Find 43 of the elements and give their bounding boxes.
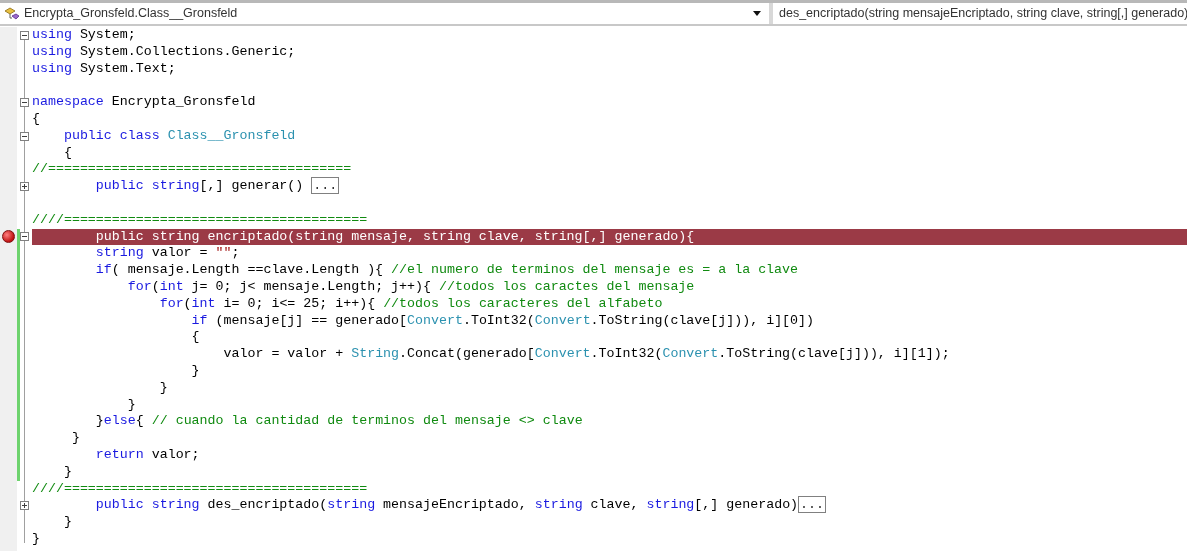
- code-line: }: [62, 514, 72, 531]
- code-line: if (mensaje[j] == generado[Convert.ToInt32(Convert.ToString(clave[j])), i][0]): [190, 312, 815, 330]
- code-line: return valor;: [94, 446, 200, 464]
- dropdown-arrow-icon: [753, 11, 761, 16]
- code-line: {: [32, 111, 40, 128]
- code-line: for(int j= 0; j< mensaje.Length; j++){ //todos los caractes del mensaje: [126, 278, 695, 296]
- expand-icon[interactable]: [20, 501, 29, 511]
- code-line: }else{ // cuando la cantidad de terminos del mensaje <> clave: [94, 413, 583, 431]
- code-line: namespace Encrypta_Gronsfeld: [32, 94, 256, 111]
- collapse-icon[interactable]: [20, 30, 29, 40]
- code-line: {: [62, 144, 72, 162]
- dropdown-value: des_encriptado(string mensajeEncriptado, string clave, string[,] generado): [779, 5, 1187, 23]
- code-line: using System.Text;: [32, 60, 176, 78]
- code-line: valor = valor + String.Concat(generado[Convert.ToInt32(Convert.ToString(clave[j])), i][1]);: [222, 346, 950, 363]
- code-line: public string[,] generar() ...: [94, 178, 340, 195]
- code-line: public class Class__Gronsfeld: [62, 127, 296, 145]
- code-line: ////======================================: [32, 211, 368, 229]
- code-line: if( mensaje.Length ==clave.Length ){ //el numero de terminos del mensaje es = a la clave: [94, 262, 799, 279]
- code-line: }: [70, 430, 80, 447]
- code-line: //======================================: [32, 161, 352, 179]
- dropdown-value: Encrypta_Gronsfeld.Class__Gronsfeld: [24, 5, 239, 23]
- code-line: string valor = "";: [94, 245, 240, 263]
- code-line: ////======================================: [32, 480, 368, 498]
- collapse-icon[interactable]: [20, 232, 29, 242]
- collapsed-code-marker[interactable]: ...: [311, 177, 340, 195]
- code-line: }: [126, 396, 136, 414]
- class-icon: [4, 6, 20, 21]
- code-line: }: [32, 530, 40, 548]
- code-line: public string des_encriptado(string mensajeEncriptado, string clave, string[,] generado)...: [94, 497, 827, 515]
- code-line: using System;: [32, 27, 136, 44]
- code-line: }: [158, 379, 168, 397]
- collapse-icon[interactable]: [20, 98, 29, 108]
- collapsed-code-marker[interactable]: ...: [798, 496, 827, 514]
- member-dropdown[interactable]: des_encriptado(string mensajeEncriptado, string clave, string[,] generado): [773, 3, 1187, 24]
- breakpoint-icon[interactable]: [2, 230, 15, 244]
- code-line: }: [190, 362, 200, 380]
- code-line: for(int i= 0; i<= 25; i++){ //todos los caracteres del alfabeto: [158, 295, 663, 313]
- code-line: using System.Collections.Generic;: [32, 43, 296, 61]
- expand-icon[interactable]: [20, 182, 29, 192]
- code-line: {: [190, 329, 200, 347]
- collapse-icon[interactable]: [20, 131, 29, 141]
- code-line: }: [62, 463, 72, 481]
- type-dropdown[interactable]: Encrypta_Gronsfeld.Class__Gronsfeld: [0, 3, 773, 24]
